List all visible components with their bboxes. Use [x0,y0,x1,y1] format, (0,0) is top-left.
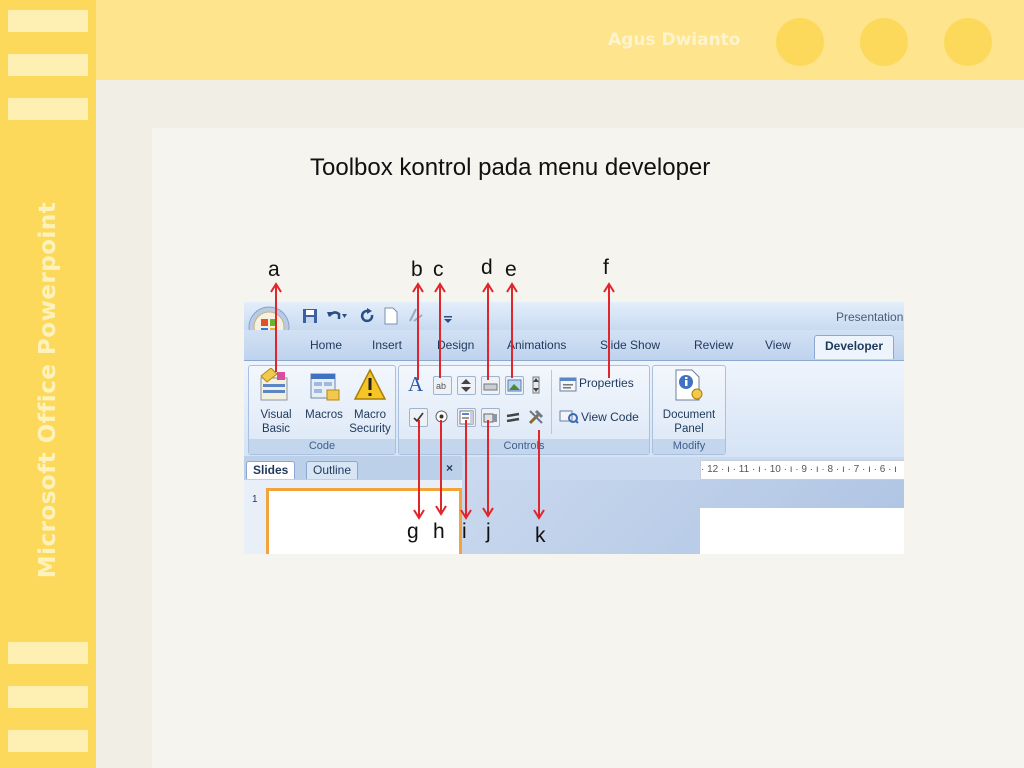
annotation-label-b: b [411,258,423,281]
annotation-label-i: i [462,520,467,543]
annotation-label-g: g [407,520,419,543]
annotation-arrows [270,282,615,520]
annotation-label-h: h [433,520,445,543]
annotation-label-j: j [486,520,491,543]
annotation-label-d: d [481,256,493,279]
annotation-label-c: c [433,258,444,281]
annotation-label-e: e [505,258,517,281]
annotation-label-f: f [603,256,609,279]
annotation-label-a: a [268,258,280,281]
annotation-label-k: k [535,524,546,547]
